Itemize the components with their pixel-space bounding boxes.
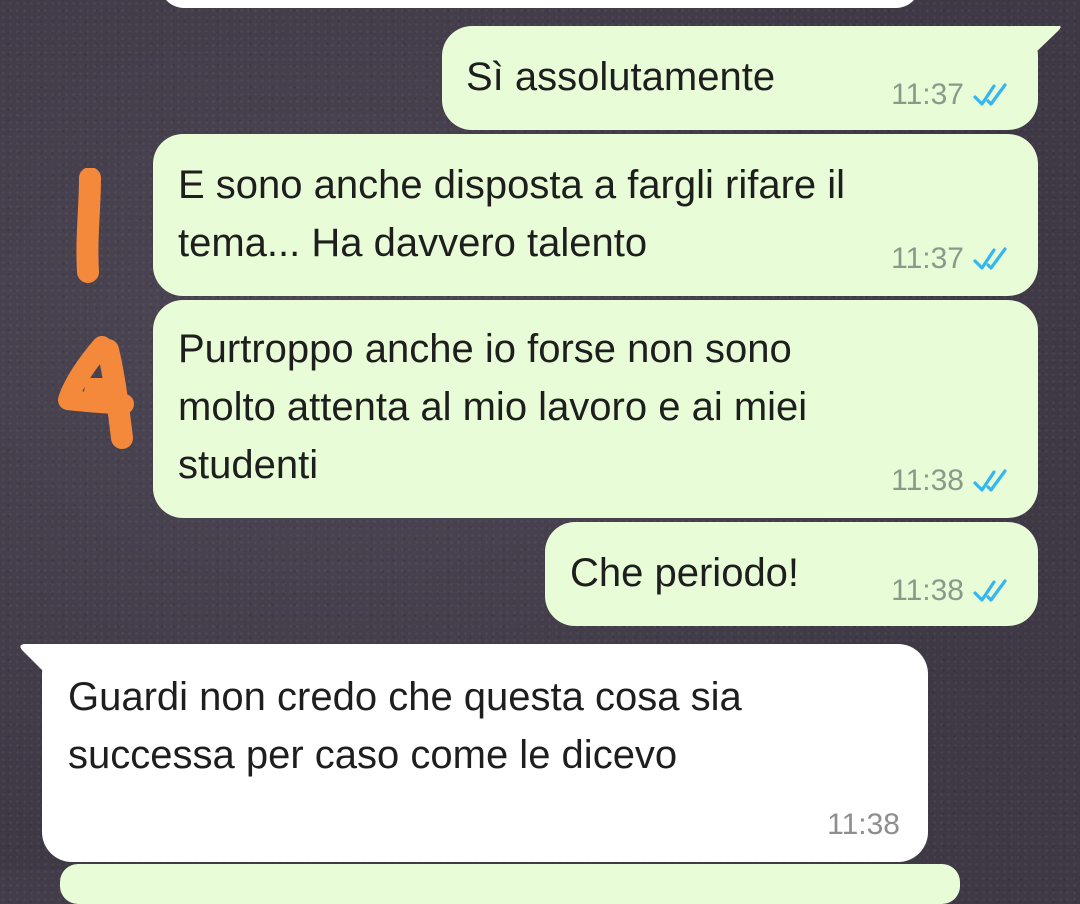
chat-screen: { "messages": [ { "direction": "outgoing… bbox=[0, 0, 1080, 904]
message-bubble[interactable]: Che periodo! 11:38 bbox=[545, 522, 1038, 626]
message-meta: 11:37 bbox=[891, 78, 1014, 112]
message-text: Guardi non credo che questa cosa sia suc… bbox=[68, 675, 742, 777]
message-bubble[interactable]: Guardi non credo che questa cosa sia suc… bbox=[42, 644, 928, 862]
annotation-mark-four bbox=[58, 336, 134, 449]
double-check-read-icon bbox=[973, 579, 1007, 602]
message-meta: 11:37 bbox=[891, 242, 1014, 276]
message-bubble[interactable]: E sono anche disposta a fargli rifare il… bbox=[153, 134, 1038, 296]
message-text: Sì assolutamente bbox=[466, 55, 776, 99]
annotation-mark-one bbox=[76, 168, 101, 283]
double-check-read-icon bbox=[973, 247, 1007, 270]
message-bubble[interactable]: Purtroppo anche io forse non sono molto … bbox=[153, 300, 1038, 518]
double-check-read-icon bbox=[973, 83, 1007, 106]
message-bubble[interactable]: Sì assolutamente 11:37 bbox=[442, 26, 1038, 130]
message-text: Che periodo! bbox=[570, 551, 800, 595]
partial-previous-bubble bbox=[160, 0, 920, 8]
message-text: Purtroppo anche io forse non sono molto … bbox=[178, 327, 808, 487]
double-check-read-icon bbox=[973, 469, 1007, 492]
message-meta: 11:38 bbox=[891, 464, 1014, 498]
message-time: 11:38 bbox=[891, 464, 964, 497]
message-time: 11:38 bbox=[827, 808, 900, 841]
message-time: 11:37 bbox=[891, 78, 964, 111]
bubble-tail bbox=[1010, 26, 1061, 56]
partial-next-bubble bbox=[60, 864, 960, 904]
message-meta: 11:38 bbox=[827, 808, 900, 842]
message-time: 11:38 bbox=[891, 574, 964, 607]
message-text: E sono anche disposta a fargli rifare il… bbox=[178, 163, 846, 265]
message-meta: 11:38 bbox=[891, 574, 1014, 608]
message-time: 11:37 bbox=[891, 242, 964, 275]
